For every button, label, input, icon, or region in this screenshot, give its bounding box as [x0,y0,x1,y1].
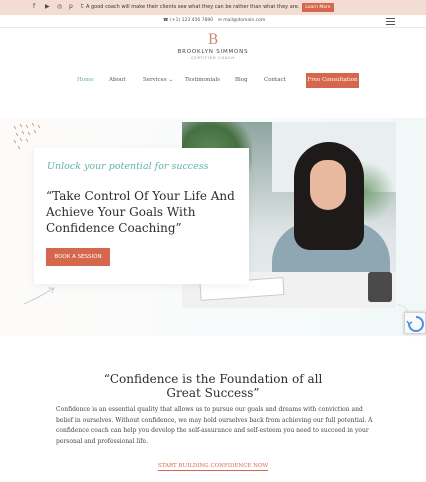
youtube-icon[interactable]: ▶ [45,4,50,10]
nav-item-blog[interactable]: Blog [235,77,248,83]
phone-text: (+1) 123 456 7890 [170,18,214,23]
phone-icon: ☎ [163,18,171,23]
email-text: mail@domain.com [223,18,266,23]
book-session-button[interactable]: BOOK A SESSION [46,248,110,266]
site-logo[interactable]: B BROOKLYN SIMMONS CERTIFIED COACH [166,33,260,60]
top-announcement-bar: f ▶ ◎ p t A good coach will make their c… [0,0,426,15]
start-building-confidence-link[interactable]: START BUILDING CONFIDENCE NOW [0,463,426,471]
nav-item-services-label: Services [143,77,167,83]
pinterest-icon[interactable]: p [69,4,74,10]
logo-mark: B [207,32,219,48]
title-line-2: Great Success” [166,386,260,400]
title-line-1: “Confidence is the Foundation of all [103,372,323,386]
phone-link[interactable]: ☎ (+1) 123 456 7890 [163,18,213,23]
social-links: f ▶ ◎ p t [33,4,86,10]
instagram-icon[interactable]: ◎ [57,4,62,10]
announcement-quote: A good coach will make their clients see… [86,4,300,10]
email-link[interactable]: ✉ mail@domain.com [218,18,265,23]
chevron-down-icon: ⌄ [168,77,174,83]
logo-subtitle: CERTIFIED COACH [191,56,235,60]
recaptcha-icon [406,316,424,332]
learn-more-button[interactable]: Learn More [302,3,334,12]
free-consultation-button[interactable]: Free Consultation [306,73,359,88]
nav-item-contact[interactable]: Contact [264,77,286,83]
hero-script-tagline: Unlock your potential for success [47,161,209,172]
facebook-icon[interactable]: f [33,4,38,10]
confidence-section-title: “Confidence is the Foundation of all Gre… [0,372,426,400]
nav-item-services[interactable]: Services ⌄ [143,77,173,83]
nav-item-home[interactable]: Home [77,77,94,83]
recaptcha-badge[interactable] [404,312,426,334]
logo-name: BROOKLYN SIMMONS [177,49,249,55]
hero-card: Unlock your potential for success “Take … [34,148,249,284]
main-nav: Home About Services ⌄ Testimonials Blog … [0,73,426,88]
nav-item-testimonials[interactable]: Testimonials [185,77,220,83]
hero-headline: “Take Control Of Your Life And Achieve Y… [46,189,235,235]
contact-bar: ☎ (+1) 123 456 7890 ✉ mail@domain.com [0,15,426,28]
decorative-arrow-icon [23,287,55,305]
confidence-section-body: Confidence is an essential quality that … [56,406,373,445]
start-building-confidence-label: START BUILDING CONFIDENCE NOW [157,463,269,471]
nav-item-about[interactable]: About [109,77,126,83]
hamburger-menu-icon[interactable] [386,18,395,25]
